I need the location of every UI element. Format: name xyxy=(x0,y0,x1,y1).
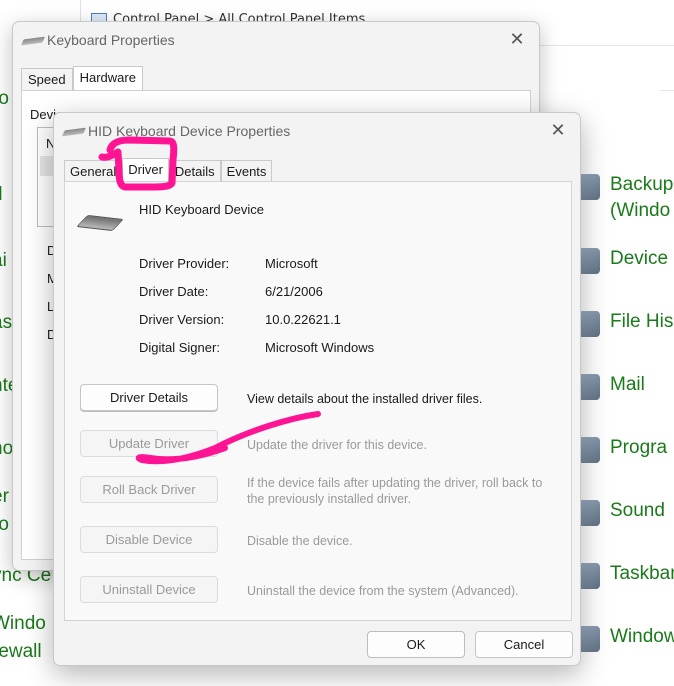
mail-icon xyxy=(578,374,600,400)
left-item-fragment[interactable]: Windo xyxy=(0,613,46,635)
left-item-fragment[interactable]: ai xyxy=(0,250,7,272)
programs-icon xyxy=(578,437,600,463)
cp-item-label: Sound xyxy=(610,500,665,521)
ok-button[interactable]: OK xyxy=(367,631,465,658)
device-name: HID Keyboard Device xyxy=(139,202,264,217)
info-label: Driver Provider: xyxy=(139,256,230,271)
cp-item-device[interactable]: Device xyxy=(578,246,668,274)
info-label: Digital Signer: xyxy=(139,340,220,355)
file-history-icon xyxy=(578,311,600,337)
roll-back-driver-button[interactable]: Roll Back Driver xyxy=(80,476,218,503)
tab-bar: Speed Hardware xyxy=(21,66,143,90)
cp-item-mail[interactable]: Mail xyxy=(578,372,645,400)
close-button[interactable]: ✕ xyxy=(548,121,568,141)
driver-details-button[interactable]: Driver Details xyxy=(80,384,218,411)
uninstall-device-description: Uninstall the device from the system (Ad… xyxy=(247,584,519,598)
cp-item-label: Mail xyxy=(610,374,645,395)
windows-icon xyxy=(578,626,600,652)
cp-item-sound[interactable]: Sound xyxy=(578,498,665,526)
update-driver-description: Update the driver for this device. xyxy=(247,438,427,452)
cp-item-file-history[interactable]: File His xyxy=(578,309,673,337)
cp-item-backup[interactable]: Backup (Windo xyxy=(578,172,673,224)
tab-details[interactable]: Details xyxy=(168,160,221,182)
left-item-fragment[interactable]: ro xyxy=(0,514,9,536)
info-label: Driver Date: xyxy=(139,284,209,299)
cp-item-taskbar[interactable]: Taskbar xyxy=(578,561,674,589)
disable-device-description: Disable the device. xyxy=(247,534,353,548)
left-item-fragment[interactable]: d xyxy=(0,184,3,206)
tab-events[interactable]: Events xyxy=(220,160,273,182)
cp-item-label: Window xyxy=(610,626,674,647)
tab-general[interactable]: General xyxy=(64,160,123,182)
left-item-fragment[interactable]: er xyxy=(0,486,9,508)
tab-driver[interactable]: Driver xyxy=(122,158,169,182)
left-item-fragment[interactable]: as xyxy=(0,312,12,334)
window-title: Keyboard Properties xyxy=(47,32,175,48)
taskbar-icon xyxy=(578,563,600,589)
backup-icon xyxy=(578,174,600,200)
close-button[interactable]: ✕ xyxy=(507,30,527,50)
info-value: Microsoft xyxy=(265,256,318,271)
hid-keyboard-properties-window: HID Keyboard Device Properties ✕ General… xyxy=(53,112,581,666)
cp-item-label: File His xyxy=(610,311,674,332)
uninstall-device-button[interactable]: Uninstall Device xyxy=(80,576,218,603)
cancel-button[interactable]: Cancel xyxy=(475,631,573,658)
cp-item-label-line2: (Windo xyxy=(610,200,671,221)
disable-device-button[interactable]: Disable Device xyxy=(80,526,218,553)
tab-speed[interactable]: Speed xyxy=(21,68,73,90)
info-label: Driver Version: xyxy=(139,312,225,327)
info-value: Microsoft Windows xyxy=(265,340,375,355)
cp-item-programs[interactable]: Progra xyxy=(578,435,667,463)
keyboard-icon xyxy=(20,36,46,46)
cp-item-windows[interactable]: Window xyxy=(578,624,674,652)
sound-icon xyxy=(578,500,600,526)
update-driver-button[interactable]: Update Driver xyxy=(80,430,218,457)
info-value: 6/21/2006 xyxy=(265,284,323,299)
keyboard-icon xyxy=(61,127,87,137)
window-title: HID Keyboard Device Properties xyxy=(88,123,291,139)
left-item-fragment[interactable]: ro xyxy=(0,88,9,110)
roll-back-driver-description: If the device fails after updating the d… xyxy=(247,476,543,506)
device-manager-icon xyxy=(578,248,600,274)
left-item-fragment[interactable]: rewall xyxy=(0,641,42,663)
driver-details-description: View details about the installed driver … xyxy=(247,392,483,406)
divider xyxy=(660,90,674,91)
tab-bar: General Driver Details Events xyxy=(64,158,273,182)
info-value: 10.0.22621.1 xyxy=(265,312,341,327)
cp-item-label: Taskbar xyxy=(610,563,674,584)
cp-item-label: Backup xyxy=(610,174,674,195)
tab-hardware[interactable]: Hardware xyxy=(72,66,143,90)
cp-item-label: Progra xyxy=(610,437,668,458)
cp-item-label: Device xyxy=(610,248,669,269)
